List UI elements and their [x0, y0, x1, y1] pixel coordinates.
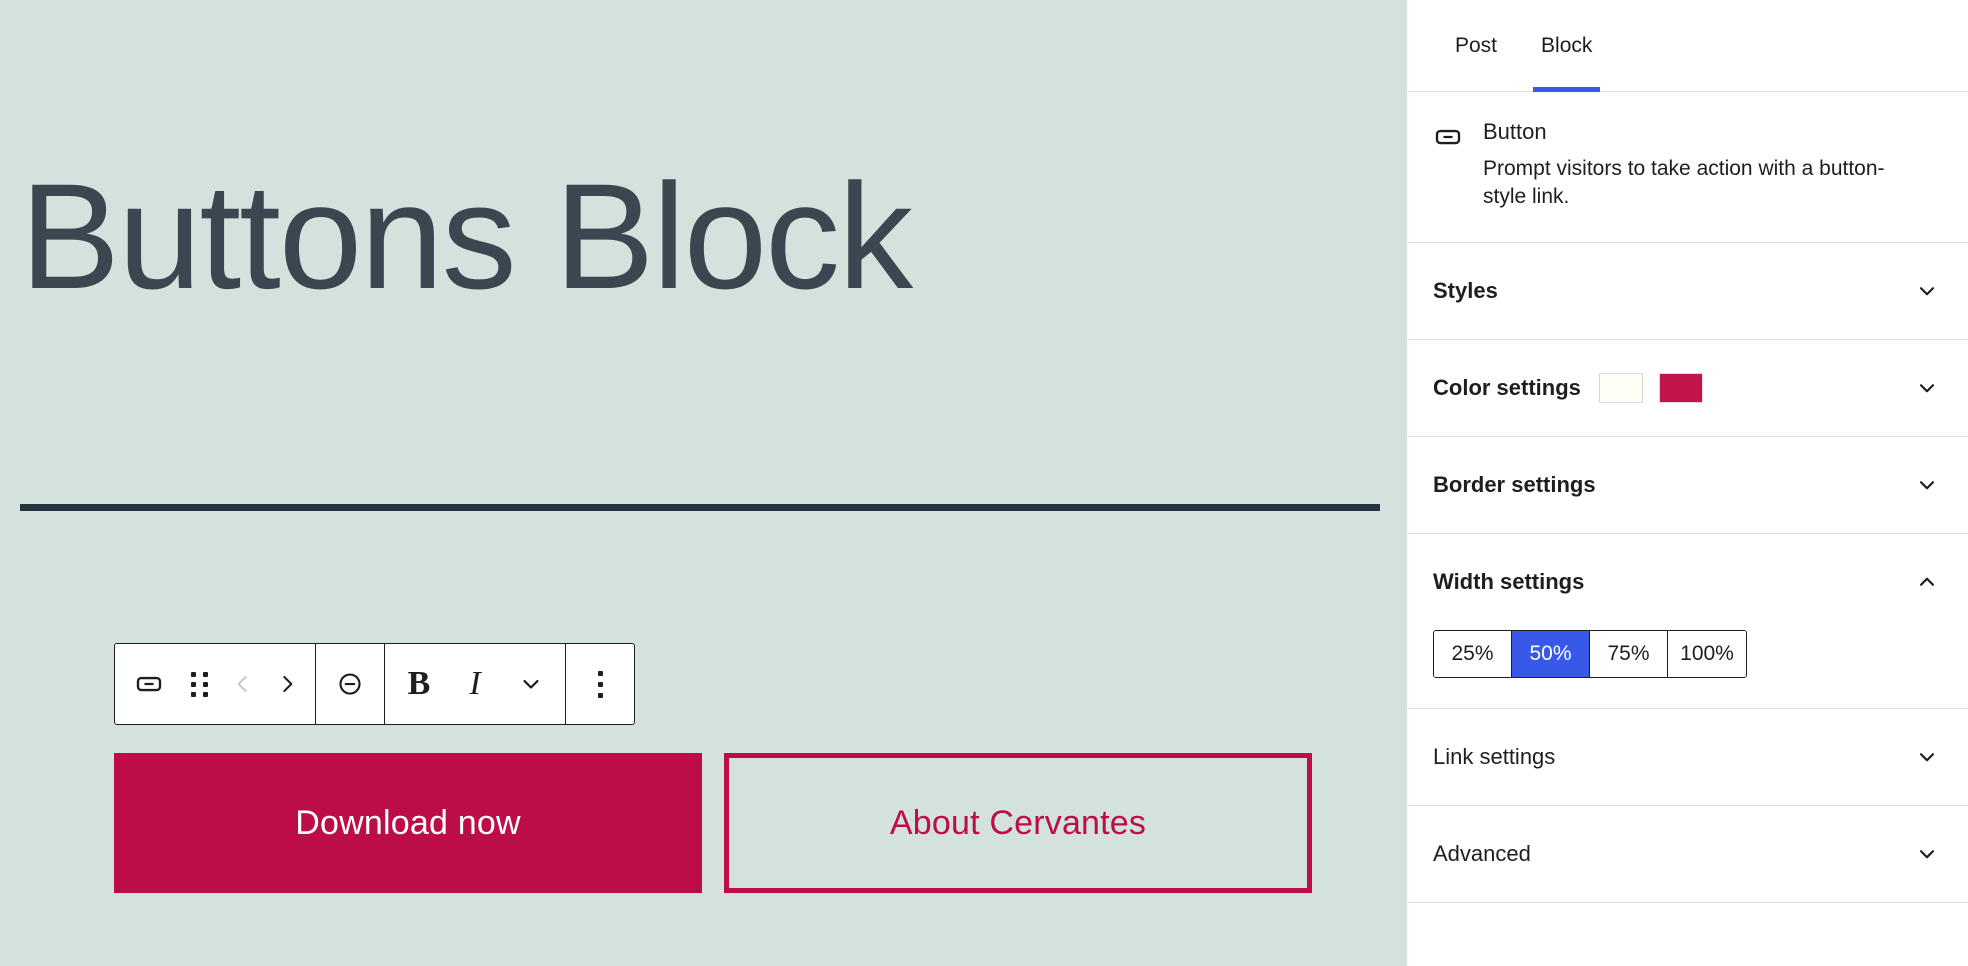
panel-link-settings-header[interactable]: Link settings — [1407, 709, 1968, 805]
button-label: About Cervantes — [889, 803, 1147, 842]
buttons-block: Download now About Cervantes — [114, 753, 1312, 893]
toolbar-group-link — [316, 644, 385, 724]
width-option-100[interactable]: 100% — [1668, 631, 1746, 678]
bold-icon[interactable]: B — [391, 644, 447, 724]
panel-border-settings-header[interactable]: Border settings — [1407, 437, 1968, 533]
block-card-description: Prompt visitors to take action with a bu… — [1483, 156, 1885, 209]
chevron-down-icon — [1914, 278, 1940, 304]
panel-title: Styles — [1433, 278, 1498, 304]
chevron-up-icon — [1914, 569, 1940, 595]
tab-block[interactable]: Block — [1519, 0, 1614, 92]
width-option-50[interactable]: 50% — [1512, 631, 1590, 678]
block-card: Button Prompt visitors to take action wi… — [1407, 92, 1968, 244]
panel-advanced: Advanced — [1407, 806, 1968, 904]
chevron-down-icon[interactable] — [503, 644, 559, 724]
panel-title: Link settings — [1433, 744, 1556, 770]
button-label: Download now — [295, 803, 521, 842]
link-icon[interactable] — [322, 644, 378, 724]
panel-color-settings: Color settings — [1407, 340, 1968, 438]
panel-styles: Styles — [1407, 243, 1968, 341]
color-swatches — [1598, 373, 1703, 404]
panel-title: Advanced — [1433, 841, 1531, 867]
move-down-icon[interactable] — [265, 644, 309, 724]
sidebar-tabs: Post Block — [1407, 0, 1968, 92]
separator-block[interactable] — [20, 504, 1380, 511]
background-color-swatch[interactable] — [1598, 373, 1643, 404]
chevron-down-icon — [1914, 841, 1940, 867]
width-option-25[interactable]: 25% — [1434, 631, 1512, 678]
italic-glyph: I — [469, 665, 481, 702]
panel-styles-header[interactable]: Styles — [1407, 243, 1968, 339]
kebab-menu-icon[interactable] — [572, 644, 628, 724]
panel-link-settings: Link settings — [1407, 709, 1968, 807]
bold-glyph: B — [407, 665, 431, 702]
close-icon[interactable] — [1898, 23, 1944, 69]
chevron-down-icon — [1914, 744, 1940, 770]
panel-advanced-header[interactable]: Advanced — [1407, 806, 1968, 902]
editor-canvas: Buttons Block B I Download now About Cer… — [0, 0, 1407, 966]
drag-handle-icon[interactable] — [177, 644, 221, 724]
panel-color-settings-header[interactable]: Color settings — [1407, 340, 1968, 436]
kebab-dots — [597, 670, 603, 698]
editor-canvas-inner: Buttons Block B I Download now About Cer… — [20, 0, 1385, 966]
settings-sidebar: Post Block Button Prompt visitors to tak… — [1407, 0, 1968, 966]
text-color-swatch[interactable] — [1658, 373, 1703, 404]
toolbar-group-options — [566, 644, 634, 724]
italic-icon[interactable]: I — [447, 644, 503, 724]
drag-handle-dots — [190, 671, 208, 697]
move-up-icon[interactable] — [221, 644, 265, 724]
toolbar-group-block — [115, 644, 316, 724]
panel-title: Color settings — [1433, 375, 1581, 401]
panel-title: Border settings — [1433, 472, 1596, 498]
panel-width-settings-header[interactable]: Width settings — [1407, 534, 1968, 630]
page-title[interactable]: Buttons Block — [20, 155, 913, 317]
button-about-cervantes[interactable]: About Cervantes — [724, 753, 1312, 893]
chevron-down-icon — [1914, 375, 1940, 401]
block-card-title: Button — [1483, 119, 1547, 144]
tab-post[interactable]: Post — [1433, 0, 1519, 92]
block-type-button-icon[interactable] — [121, 644, 177, 724]
block-card-text: Button Prompt visitors to take action wi… — [1483, 118, 1903, 212]
block-toolbar: B I — [114, 643, 635, 725]
panel-border-settings: Border settings — [1407, 437, 1968, 535]
chevron-down-icon — [1914, 472, 1940, 498]
width-settings-body: 25% 50% 75% 100% — [1407, 630, 1968, 708]
panel-width-settings: Width settings 25% 50% 75% 100% — [1407, 534, 1968, 710]
button-download-now[interactable]: Download now — [114, 753, 702, 893]
panel-title: Width settings — [1433, 569, 1585, 595]
width-button-group: 25% 50% 75% 100% — [1433, 630, 1747, 679]
wordpress-block-editor: Buttons Block B I Download now About Cer… — [0, 0, 1968, 966]
width-option-75[interactable]: 75% — [1590, 631, 1668, 678]
toolbar-group-format: B I — [385, 644, 566, 724]
block-type-button-icon — [1433, 122, 1463, 152]
